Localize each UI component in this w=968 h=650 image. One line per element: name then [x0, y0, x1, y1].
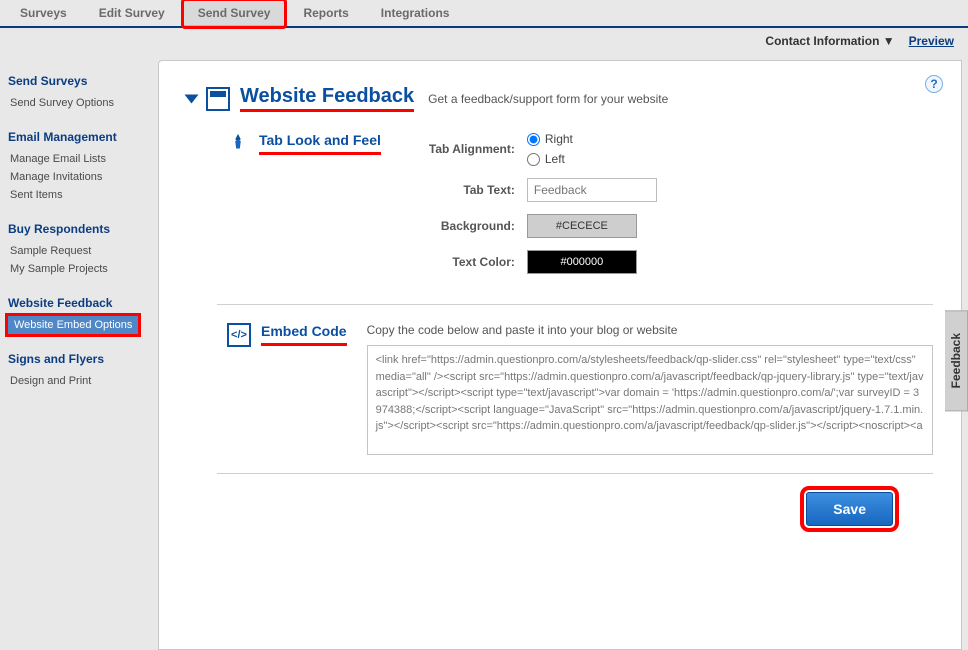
text-color-swatch[interactable]: #000000 — [527, 250, 637, 274]
nav-send-survey[interactable]: Send Survey — [183, 0, 286, 27]
code-icon: </> — [227, 323, 251, 347]
sidebar-item-website-embed-options[interactable]: Website Embed Options — [8, 316, 138, 334]
sidebar: Send Surveys Send Survey Options Email M… — [0, 54, 158, 650]
sidebar-item-send-survey-options[interactable]: Send Survey Options — [8, 94, 158, 112]
sidebar-item-sample-request[interactable]: Sample Request — [8, 242, 158, 260]
alignment-right-label: Right — [545, 132, 573, 146]
alignment-right-option[interactable]: Right — [527, 132, 573, 146]
preview-link[interactable]: Preview — [909, 34, 954, 48]
tab-alignment-label: Tab Alignment: — [405, 142, 515, 156]
sidegroup-website-feedback: Website Feedback — [8, 296, 158, 310]
top-nav: Surveys Edit Survey Send Survey Reports … — [0, 0, 968, 28]
nav-reports[interactable]: Reports — [289, 1, 362, 25]
sidebar-item-my-sample-projects[interactable]: My Sample Projects — [8, 260, 158, 278]
tab-text-input[interactable] — [527, 178, 657, 202]
embed-hint: Copy the code below and paste it into yo… — [367, 323, 933, 337]
sidegroup-send-surveys: Send Surveys — [8, 74, 158, 88]
nav-edit-survey[interactable]: Edit Survey — [85, 1, 179, 25]
help-icon[interactable]: ? — [925, 75, 943, 93]
contact-information-dropdown[interactable]: Contact Information ▼ — [765, 34, 894, 48]
sidebar-item-design-and-print[interactable]: Design and Print — [8, 372, 158, 390]
alignment-left-option[interactable]: Left — [527, 152, 573, 166]
text-color-label: Text Color: — [405, 255, 515, 269]
divider — [217, 473, 933, 474]
alignment-left-radio[interactable] — [527, 153, 540, 166]
page-title: Website Feedback — [240, 85, 414, 112]
main-panel: ? Website Feedback Get a feedback/suppor… — [158, 60, 962, 650]
embed-code-title: Embed Code — [261, 323, 347, 346]
alignment-right-radio[interactable] — [527, 133, 540, 146]
section-header: Website Feedback Get a feedback/support … — [187, 85, 933, 112]
sidegroup-buy-respondents: Buy Respondents — [8, 222, 158, 236]
background-label: Background: — [405, 219, 515, 233]
background-color-swatch[interactable]: #CECECE — [527, 214, 637, 238]
window-icon — [206, 87, 230, 111]
nav-integrations[interactable]: Integrations — [367, 1, 464, 25]
feedback-tab[interactable]: Feedback — [945, 310, 968, 411]
sidebar-item-manage-invitations[interactable]: Manage Invitations — [8, 168, 158, 186]
alignment-left-label: Left — [545, 152, 565, 166]
sidegroup-signs-flyers: Signs and Flyers — [8, 352, 158, 366]
page-subtitle: Get a feedback/support form for your web… — [428, 92, 668, 106]
chevron-down-icon[interactable] — [185, 94, 199, 103]
sidegroup-email-management: Email Management — [8, 130, 158, 144]
save-button[interactable]: Save — [806, 492, 893, 526]
sidebar-item-sent-items[interactable]: Sent Items — [8, 186, 158, 204]
tab-text-label: Tab Text: — [405, 183, 515, 197]
sidebar-item-manage-email-lists[interactable]: Manage Email Lists — [8, 150, 158, 168]
paint-icon — [227, 132, 249, 154]
sub-bar: Contact Information ▼ Preview — [0, 28, 968, 54]
embed-code-textarea[interactable]: <link href="https://admin.questionpro.co… — [367, 345, 933, 455]
divider — [217, 304, 933, 305]
nav-surveys[interactable]: Surveys — [6, 1, 81, 25]
tab-look-and-feel-title: Tab Look and Feel — [259, 132, 381, 155]
